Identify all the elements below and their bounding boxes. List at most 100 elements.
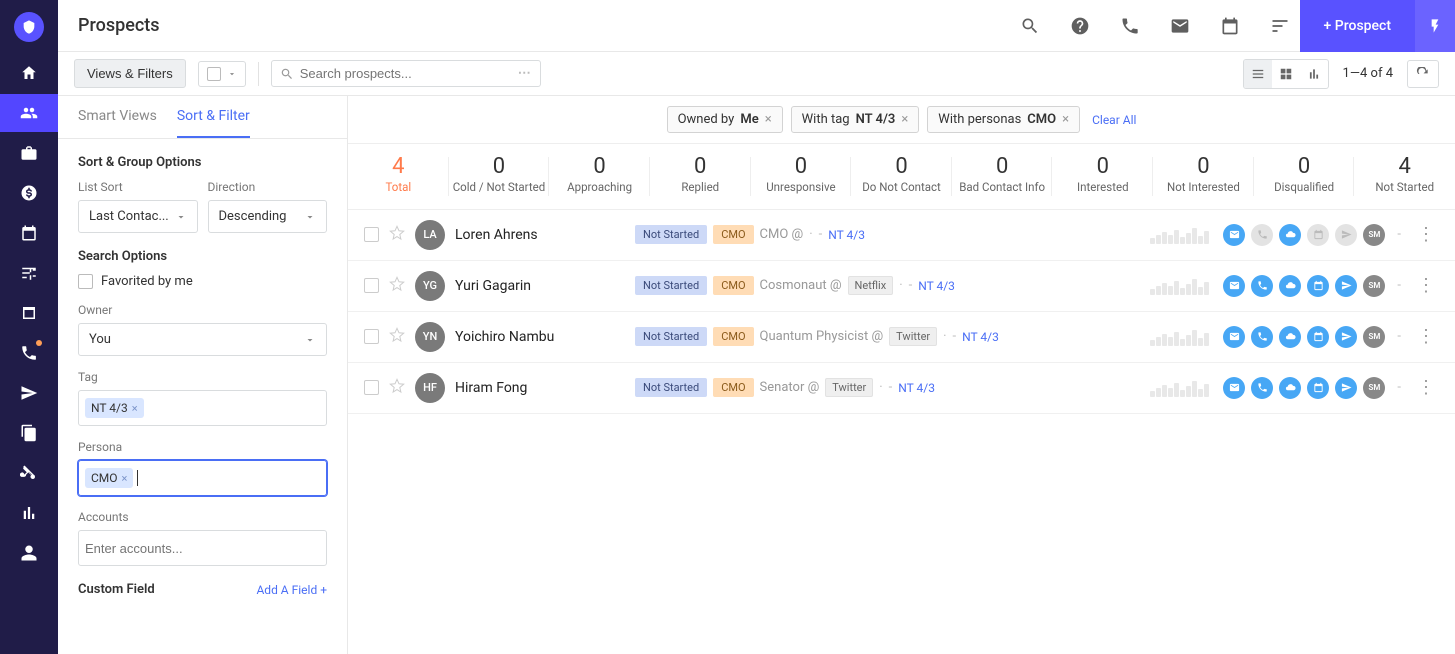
stage-total[interactable]: 4Total bbox=[348, 144, 449, 209]
favorite-star[interactable] bbox=[389, 327, 405, 347]
tag-link[interactable]: NT 4/3 bbox=[828, 228, 865, 242]
mail-icon[interactable] bbox=[1223, 275, 1245, 297]
row-menu[interactable]: ⋮ bbox=[1413, 277, 1439, 295]
nav-profile[interactable] bbox=[0, 534, 58, 572]
cal-icon[interactable] bbox=[1307, 275, 1329, 297]
phone-icon[interactable] bbox=[1251, 275, 1273, 297]
app-logo[interactable] bbox=[14, 12, 44, 42]
cloud-icon[interactable] bbox=[1279, 275, 1301, 297]
mail-icon[interactable] bbox=[1223, 326, 1245, 348]
stage-do-not-contact[interactable]: 0Do Not Contact bbox=[851, 144, 952, 209]
row-menu[interactable]: ⋮ bbox=[1413, 226, 1439, 244]
filter-chip-tag[interactable]: With tag NT 4/3× bbox=[791, 106, 920, 133]
nav-calendar[interactable] bbox=[0, 214, 58, 252]
tune-header-icon[interactable] bbox=[1260, 0, 1300, 52]
row-checkbox[interactable] bbox=[364, 227, 379, 242]
cal-icon[interactable] bbox=[1307, 326, 1329, 348]
owner-badge[interactable]: SM bbox=[1363, 224, 1385, 246]
accounts-input[interactable] bbox=[78, 530, 327, 566]
send-icon[interactable] bbox=[1335, 377, 1357, 399]
stage-cold-not-started[interactable]: 0Cold / Not Started bbox=[449, 144, 550, 209]
view-board[interactable] bbox=[1272, 60, 1300, 88]
tab-sort-filter[interactable]: Sort & Filter bbox=[177, 96, 250, 138]
remove-chip-icon[interactable]: × bbox=[122, 472, 128, 485]
views-filters-button[interactable]: Views & Filters bbox=[74, 59, 186, 88]
mail-header-icon[interactable] bbox=[1160, 0, 1200, 52]
send-icon[interactable] bbox=[1335, 326, 1357, 348]
nav-home[interactable] bbox=[0, 54, 58, 92]
stage-not-started[interactable]: 4Not Started bbox=[1354, 144, 1455, 209]
owner-badge[interactable]: SM bbox=[1363, 275, 1385, 297]
row-menu[interactable]: ⋮ bbox=[1413, 328, 1439, 346]
table-row[interactable]: HFHiram FongNot StartedCMOSenator @Twitt… bbox=[348, 363, 1455, 414]
phone-icon[interactable] bbox=[1251, 377, 1273, 399]
cloud-icon[interactable] bbox=[1279, 377, 1301, 399]
tag-link[interactable]: NT 4/3 bbox=[918, 279, 955, 293]
remove-chip-icon[interactable]: × bbox=[1062, 112, 1069, 127]
nav-cut[interactable] bbox=[0, 454, 58, 492]
table-row[interactable]: YNYoichiro NambuNot StartedCMOQuantum Ph… bbox=[348, 312, 1455, 363]
search-more-icon[interactable]: ⋯ bbox=[518, 66, 532, 81]
row-checkbox[interactable] bbox=[364, 278, 379, 293]
mail-icon[interactable] bbox=[1223, 377, 1245, 399]
stage-disqualified[interactable]: 0Disqualified bbox=[1254, 144, 1355, 209]
row-checkbox[interactable] bbox=[364, 329, 379, 344]
bolt-button[interactable] bbox=[1415, 0, 1455, 52]
cloud-icon[interactable] bbox=[1279, 326, 1301, 348]
owner-select[interactable]: You bbox=[78, 323, 327, 356]
favorite-star[interactable] bbox=[389, 276, 405, 296]
nav-window[interactable] bbox=[0, 294, 58, 332]
mail-icon[interactable] bbox=[1223, 224, 1245, 246]
phone-header-icon[interactable] bbox=[1110, 0, 1150, 52]
list-sort-select[interactable]: Last Contac... bbox=[78, 200, 198, 233]
add-prospect-button[interactable]: + Prospect bbox=[1300, 0, 1415, 52]
tag-link[interactable]: NT 4/3 bbox=[898, 381, 935, 395]
table-row[interactable]: YGYuri GagarinNot StartedCMOCosmonaut @N… bbox=[348, 261, 1455, 312]
nav-briefcase[interactable] bbox=[0, 134, 58, 172]
nav-analytics[interactable] bbox=[0, 494, 58, 532]
remove-chip-icon[interactable]: × bbox=[901, 112, 908, 127]
calendar-header-icon[interactable] bbox=[1210, 0, 1250, 52]
owner-badge[interactable]: SM bbox=[1363, 326, 1385, 348]
prospect-name[interactable]: Loren Ahrens bbox=[455, 227, 625, 243]
search-input[interactable] bbox=[300, 66, 512, 81]
refresh-button[interactable] bbox=[1407, 60, 1439, 88]
prospect-name[interactable]: Yuri Gagarin bbox=[455, 278, 625, 294]
view-list[interactable] bbox=[1244, 60, 1272, 88]
search-prospects-box[interactable]: ⋯ bbox=[271, 60, 541, 87]
search-icon[interactable] bbox=[1010, 0, 1050, 52]
company-chip[interactable]: Netflix bbox=[848, 276, 894, 295]
stage-not-interested[interactable]: 0Not Interested bbox=[1153, 144, 1254, 209]
company-chip[interactable]: Twitter bbox=[889, 327, 937, 346]
add-field-link[interactable]: Add A Field + bbox=[256, 583, 327, 597]
phone-icon[interactable] bbox=[1251, 326, 1273, 348]
nav-send[interactable] bbox=[0, 374, 58, 412]
filter-chip-owner[interactable]: Owned by Me× bbox=[667, 106, 783, 133]
stage-unresponsive[interactable]: 0Unresponsive bbox=[751, 144, 852, 209]
view-chart[interactable] bbox=[1300, 60, 1328, 88]
nav-prospects[interactable] bbox=[0, 94, 58, 132]
nav-phone[interactable] bbox=[0, 334, 58, 372]
persona-input[interactable]: CMO× bbox=[78, 460, 327, 496]
help-icon[interactable] bbox=[1060, 0, 1100, 52]
tag-input[interactable]: NT 4/3× bbox=[78, 390, 327, 426]
cal-icon[interactable] bbox=[1307, 224, 1329, 246]
prospect-name[interactable]: Hiram Fong bbox=[455, 380, 625, 396]
clear-all-link[interactable]: Clear All bbox=[1092, 113, 1136, 127]
cal-icon[interactable] bbox=[1307, 377, 1329, 399]
stage-replied[interactable]: 0Replied bbox=[650, 144, 751, 209]
favorite-star[interactable] bbox=[389, 378, 405, 398]
nav-copy[interactable] bbox=[0, 414, 58, 452]
cloud-icon[interactable] bbox=[1279, 224, 1301, 246]
send-icon[interactable] bbox=[1335, 275, 1357, 297]
company-chip[interactable]: Twitter bbox=[825, 378, 873, 397]
filter-chip-persona[interactable]: With personas CMO× bbox=[927, 106, 1080, 133]
table-row[interactable]: LALoren AhrensNot StartedCMOCMO @·-NT 4/… bbox=[348, 210, 1455, 261]
stage-bad-contact-info[interactable]: 0Bad Contact Info bbox=[952, 144, 1053, 209]
row-checkbox[interactable] bbox=[364, 380, 379, 395]
send-icon[interactable] bbox=[1335, 224, 1357, 246]
remove-chip-icon[interactable]: × bbox=[765, 112, 772, 127]
remove-chip-icon[interactable]: × bbox=[132, 402, 138, 415]
stage-interested[interactable]: 0Interested bbox=[1052, 144, 1153, 209]
row-menu[interactable]: ⋮ bbox=[1413, 379, 1439, 397]
